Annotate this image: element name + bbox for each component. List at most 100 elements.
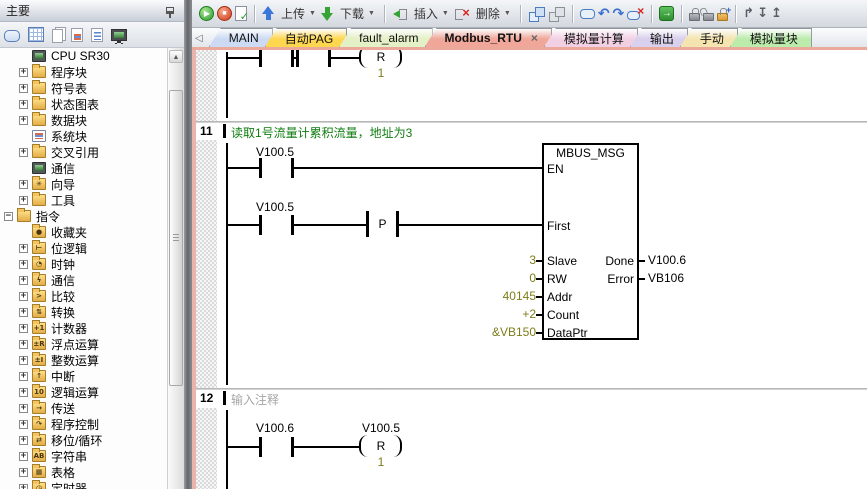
next-bookmark-icon[interactable]: ↷ [613,7,625,21]
copy-docs-icon[interactable] [52,29,63,43]
tab-模拟量块[interactable]: 模拟量块 [730,28,812,47]
stop-icon[interactable]: ■ [217,6,232,21]
coil-operand[interactable]: 1 [365,66,397,80]
expand-icon[interactable]: + [19,420,28,429]
contact-operand[interactable]: V100.5 [243,200,307,214]
param-value[interactable]: 0 [414,271,536,285]
tab-close-icon[interactable]: × [531,32,538,44]
expand-icon[interactable]: + [19,356,28,365]
line-up-icon[interactable]: ↥ [771,6,782,21]
tab-手动[interactable]: 手动 [680,28,738,47]
expand-icon[interactable]: + [19,116,28,125]
goto-icon[interactable]: → [659,6,674,21]
expand-icon[interactable]: + [19,388,28,397]
upload-label[interactable]: 上传 [281,5,305,22]
tree-item-float-math[interactable]: +±R浮点运算 [0,336,167,352]
tree-item-convert[interactable]: +⇅转换 [0,304,167,320]
lock-icon[interactable] [689,13,700,21]
tree-item-symbol-table[interactable]: +符号表 [0,80,167,96]
contact[interactable] [259,158,262,178]
delete-dropdown-icon[interactable]: ▼ [504,10,511,17]
tree-item-program-control[interactable]: +↷程序控制 [0,416,167,432]
tree-item-string[interactable]: +AB字符串 [0,448,167,464]
tree-item-program-block[interactable]: +程序块 [0,64,167,80]
contact[interactable] [259,215,262,235]
tree-item-compare[interactable]: +>比较 [0,288,167,304]
expand-icon[interactable]: + [19,180,28,189]
expand-icon[interactable]: + [19,324,28,333]
download-label[interactable]: 下载 [340,5,364,22]
tree-item-table[interactable]: +▦表格 [0,464,167,480]
pin-icon[interactable] [166,7,174,14]
unlock-icon[interactable] [703,13,714,21]
expand-icon[interactable]: + [19,196,28,205]
upload-icon[interactable] [262,6,275,21]
insert-label[interactable]: 插入 [414,5,438,22]
clear-bookmarks-icon[interactable]: × [627,7,644,21]
tab-MAIN[interactable]: MAIN [209,28,273,47]
tree-item-tools[interactable]: +工具 [0,192,167,208]
coil-type[interactable]: R [365,439,397,453]
expand-icon[interactable]: + [19,292,28,301]
contact[interactable] [296,50,299,67]
expand-icon[interactable]: + [19,484,28,489]
insert-dropdown-icon[interactable]: ▼ [442,10,449,17]
expand-icon[interactable]: + [19,308,28,317]
contact-operand[interactable]: V100.6 [243,421,307,435]
panel-splitter[interactable] [184,0,192,489]
collapse-icon[interactable]: − [4,212,13,221]
expand-icon[interactable]: + [19,436,28,445]
upload-dropdown-icon[interactable]: ▼ [309,10,316,17]
data-table-icon[interactable] [71,28,83,42]
scrollbar-thumb[interactable] [169,90,183,386]
bookmark-icon[interactable] [580,9,595,19]
run-icon[interactable]: ▶ [199,6,214,21]
tab-自动PAG[interactable]: 自动PAG [265,28,347,47]
download-dropdown-icon[interactable]: ▼ [368,10,375,17]
tree-item-logic-ops[interactable]: +10逻辑运算 [0,384,167,400]
tree-item-data-block[interactable]: +数据块 [0,112,167,128]
mbus-msg-block[interactable]: MBUS_MSG EN First Slave RW Addr Count Da… [542,143,639,340]
tab-模拟量计算[interactable]: 模拟量计算 [544,28,638,47]
expand-icon[interactable]: + [19,84,28,93]
expand-icon[interactable]: + [19,468,28,477]
coil-value[interactable]: 1 [365,455,397,469]
tab-fault_alarm[interactable]: fault_alarm [339,28,432,47]
compile-icon[interactable] [235,6,247,21]
tree-item-cross-ref[interactable]: +交叉引用 [0,144,167,160]
pause-status-icon[interactable] [548,6,565,22]
tree-item-move[interactable]: +→传送 [0,400,167,416]
tree-item-system-block[interactable]: 系统块 [0,128,167,144]
param-value[interactable]: 40145 [414,289,536,303]
branch-icon[interactable]: ↱ [743,6,754,21]
expand-icon[interactable]: + [19,148,28,157]
tree-item-wizard[interactable]: +✳向导 [0,176,167,192]
expand-icon[interactable]: + [19,404,28,413]
contact[interactable] [259,50,262,67]
tree-item-status-chart[interactable]: +状态图表 [0,96,167,112]
param-value[interactable]: +2 [414,307,536,321]
edge-contact-label[interactable]: P [369,217,396,231]
tree-item-comm-instr[interactable]: +ϟ通信 [0,272,167,288]
tab-Modbus_RTU[interactable]: Modbus_RTU× [425,28,552,47]
tree-item-int-math[interactable]: +±I整数运算 [0,352,167,368]
tree-item-bit-logic[interactable]: +⊢位逻辑 [0,240,167,256]
tree-item-cpu[interactable]: CPU SR30 [0,48,167,64]
scroll-up-icon[interactable]: ▲ [169,50,183,63]
doc-lines-icon[interactable] [91,28,103,42]
param-value[interactable]: 3 [414,253,536,267]
tree-item-timer[interactable]: +◷定时器 [0,480,167,489]
tree-scrollbar[interactable]: ▲ [167,48,184,489]
symbol-grid-icon[interactable] [28,27,44,42]
network-comment[interactable]: 读取1号流量计累积流量，地址为3 [231,124,412,141]
download-icon[interactable] [321,6,334,21]
tree-item-shift-rotate[interactable]: +⇄移位/循环 [0,432,167,448]
param-value[interactable]: V100.6 [648,253,686,267]
tree-item-interrupt[interactable]: +↑中断 [0,368,167,384]
expand-icon[interactable]: + [19,244,28,253]
expand-icon[interactable]: + [19,372,28,381]
expand-icon[interactable]: + [19,452,28,461]
comm-monitor-icon[interactable] [111,29,127,41]
param-value[interactable]: VB106 [648,271,684,285]
delete-icon[interactable] [454,6,470,21]
